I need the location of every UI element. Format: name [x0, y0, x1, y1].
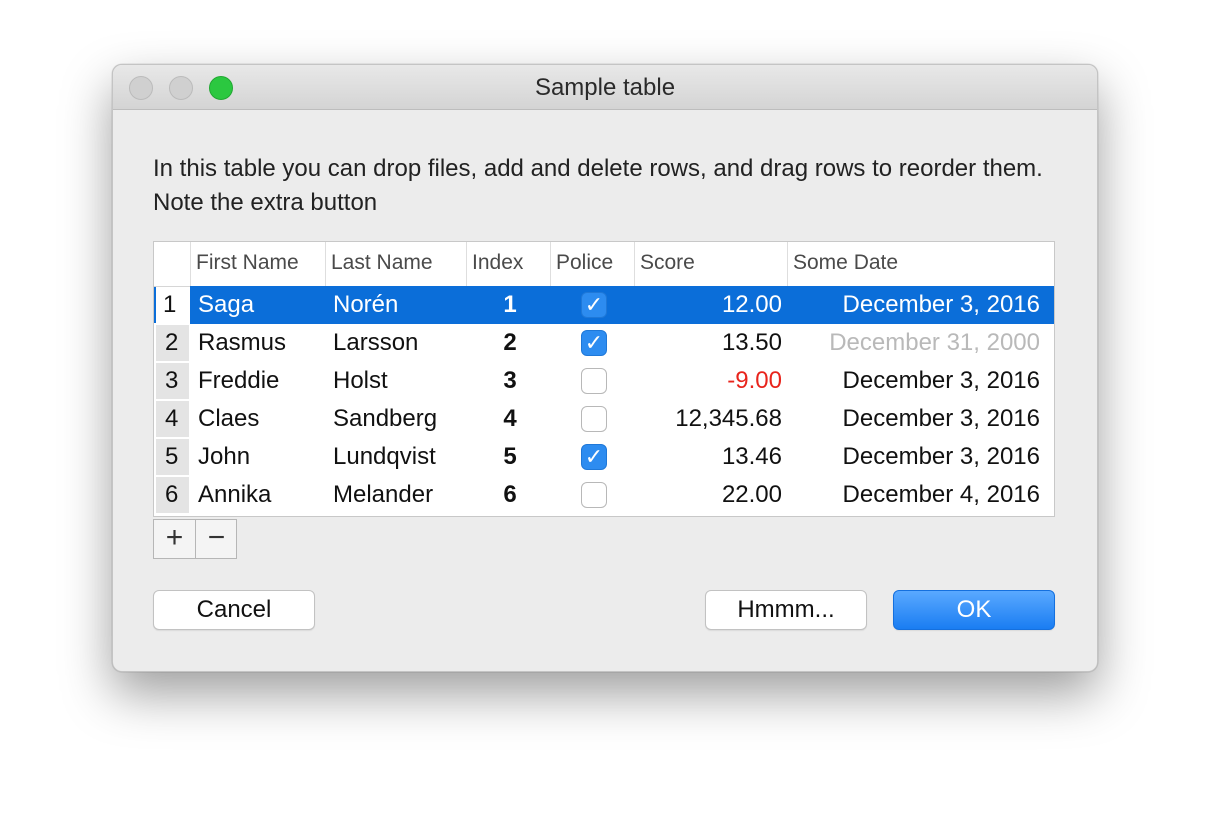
title-bar[interactable]: Sample table	[113, 65, 1097, 110]
score-cell[interactable]: 22.00	[634, 476, 782, 514]
score-cell[interactable]: 12.00	[634, 286, 782, 324]
row-number: 5	[156, 439, 189, 475]
sample-table[interactable]: First Name Last Name Index Police Score …	[153, 241, 1055, 517]
date-cell[interactable]: December 31, 2000	[794, 324, 1040, 362]
column-header-some-date[interactable]: Some Date	[787, 242, 1054, 286]
table-row[interactable]: 6 Annika Melander 6 22.00 December 4, 20…	[154, 476, 1054, 514]
first-name-cell[interactable]: Freddie	[198, 362, 279, 400]
police-checkbox[interactable]	[581, 406, 607, 432]
first-name-cell[interactable]: Claes	[198, 400, 259, 438]
last-name-cell[interactable]: Holst	[333, 362, 388, 400]
description-text: In this table you can drop files, add an…	[153, 155, 1043, 216]
index-cell: 5	[503, 443, 517, 470]
cancel-button[interactable]: Cancel	[153, 590, 315, 630]
add-remove-control: + −	[153, 519, 237, 559]
plus-icon: +	[165, 521, 184, 554]
police-checkbox[interactable]: ✓	[581, 444, 607, 470]
column-header-last-name[interactable]: Last Name	[325, 242, 466, 286]
row-number: 1	[154, 287, 189, 323]
police-checkbox[interactable]: ✓	[581, 292, 607, 318]
last-name-cell[interactable]: Melander	[333, 476, 433, 514]
first-name-cell[interactable]: Annika	[198, 476, 271, 514]
police-checkbox[interactable]	[581, 368, 607, 394]
dialog-window: Sample table In this table you can drop …	[112, 64, 1098, 672]
index-cell: 2	[503, 329, 517, 356]
table-header: First Name Last Name Index Police Score …	[154, 242, 1054, 287]
row-number: 4	[156, 401, 189, 437]
check-icon: ✓	[584, 444, 604, 469]
column-header-police[interactable]: Police	[550, 242, 634, 286]
last-name-cell[interactable]: Larsson	[333, 324, 418, 362]
column-header-score[interactable]: Score	[634, 242, 787, 286]
check-icon: ✓	[584, 330, 604, 355]
table-row[interactable]: 3 Freddie Holst 3 -9.00 December 3, 2016	[154, 362, 1054, 400]
minus-icon: −	[207, 521, 226, 554]
window-title: Sample table	[534, 74, 676, 101]
first-name-cell[interactable]: Saga	[198, 286, 254, 324]
index-cell: 4	[503, 405, 517, 432]
ok-button[interactable]: OK	[893, 590, 1055, 630]
last-name-cell[interactable]: Sandberg	[333, 400, 437, 438]
table-row[interactable]: 5 John Lundqvist 5 ✓ 13.46 December 3, 2…	[154, 438, 1054, 476]
first-name-cell[interactable]: John	[198, 438, 250, 476]
score-cell[interactable]: 13.46	[634, 438, 782, 476]
check-icon: ✓	[584, 292, 604, 317]
score-cell[interactable]: -9.00	[634, 362, 782, 400]
date-cell[interactable]: December 4, 2016	[794, 476, 1040, 514]
row-number: 2	[156, 325, 189, 361]
first-name-cell[interactable]: Rasmus	[198, 324, 286, 362]
index-cell: 3	[503, 367, 517, 394]
index-cell: 1	[503, 291, 517, 318]
table-row[interactable]: 4 Claes Sandberg 4 12,345.68 December 3,…	[154, 400, 1054, 438]
table-row[interactable]: 1 Saga Norén 1 ✓ 12.00 December 3, 2016	[154, 286, 1054, 324]
police-checkbox[interactable]	[581, 482, 607, 508]
score-cell[interactable]: 12,345.68	[634, 400, 782, 438]
column-header-index[interactable]: Index	[466, 242, 550, 286]
score-cell[interactable]: 13.50	[634, 324, 782, 362]
police-checkbox[interactable]: ✓	[581, 330, 607, 356]
add-row-button[interactable]: +	[154, 520, 196, 558]
date-cell[interactable]: December 3, 2016	[794, 286, 1040, 324]
table-row[interactable]: 2 Rasmus Larsson 2 ✓ 13.50 December 31, …	[154, 324, 1054, 362]
date-cell[interactable]: December 3, 2016	[794, 400, 1040, 438]
row-number: 3	[156, 363, 189, 399]
column-header-first-name[interactable]: First Name	[190, 242, 325, 286]
remove-row-button[interactable]: −	[196, 520, 237, 558]
date-cell[interactable]: December 3, 2016	[794, 362, 1040, 400]
last-name-cell[interactable]: Norén	[333, 286, 398, 324]
date-cell[interactable]: December 3, 2016	[794, 438, 1040, 476]
row-number: 6	[156, 477, 189, 513]
extra-button[interactable]: Hmmm...	[705, 590, 867, 630]
last-name-cell[interactable]: Lundqvist	[333, 438, 436, 476]
index-cell: 6	[503, 481, 517, 508]
